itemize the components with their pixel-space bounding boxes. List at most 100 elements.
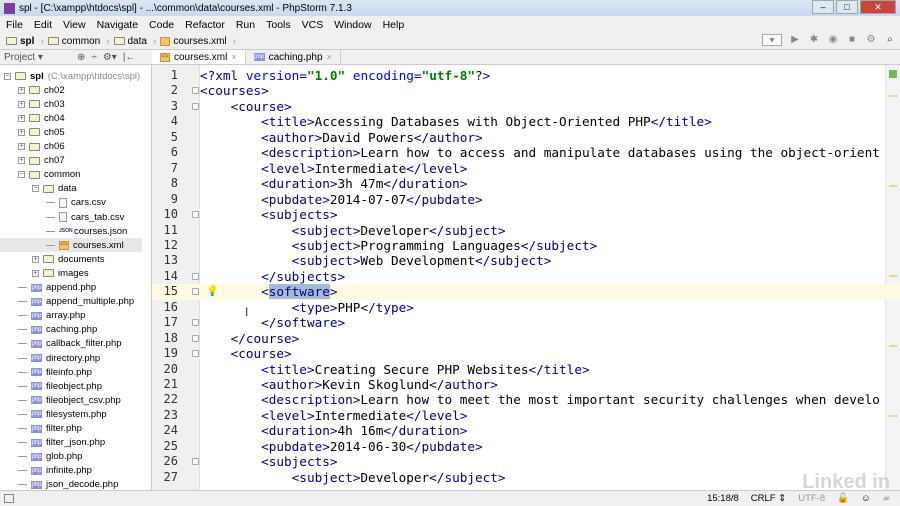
tree-item[interactable]: − common [18, 168, 80, 182]
collapse-icon[interactable]: − [18, 171, 25, 179]
fold-marker-icon[interactable] [192, 87, 199, 95]
tree-item[interactable]: + ch07 [18, 154, 65, 168]
code-line[interactable]: 11 <subject>Developer</subject> [152, 223, 900, 239]
tree-item[interactable]: + ch05 [18, 125, 65, 139]
tree-item[interactable]: cars_tab.csv [46, 210, 124, 224]
inspector-icon[interactable]: ☺ [861, 493, 871, 504]
expand-icon[interactable]: + [18, 100, 25, 108]
code-line[interactable]: 14 </subjects> [152, 269, 900, 285]
tree-item[interactable]: + ch03 [18, 97, 65, 111]
coverage-icon[interactable]: ◉ [827, 34, 839, 46]
breadcrumb-item[interactable]: spl [6, 36, 34, 47]
breadcrumb-item[interactable]: courses.xml [160, 36, 227, 47]
code-line[interactable]: 26 <subjects> [152, 454, 900, 470]
menu-code[interactable]: Code [149, 19, 174, 31]
code-line[interactable]: 24 <duration>4h 16m</duration> [152, 423, 900, 439]
tree-item[interactable]: php fileobject_csv.php [18, 393, 121, 407]
tree-item[interactable]: php filesystem.php [18, 407, 107, 421]
tree-item[interactable]: php filter_json.php [18, 436, 105, 450]
tree-item[interactable]: + images [32, 266, 89, 280]
fold-marker-icon[interactable] [192, 288, 199, 296]
tree-item[interactable]: php callback_filter.php [18, 337, 122, 351]
code-line[interactable]: 21 <author>Kevin Skoglund</author> [152, 377, 900, 393]
expand-icon[interactable]: + [32, 255, 39, 263]
fold-marker-icon[interactable] [192, 211, 199, 219]
code-line[interactable]: 1 <?xml version="1.0" encoding="utf-8"?> [152, 68, 900, 84]
run-config-dropdown[interactable]: ▾ [762, 34, 782, 46]
tree-item[interactable]: php caching.php [18, 323, 97, 337]
debug-icon[interactable]: ✱ [808, 34, 820, 46]
tree-item[interactable]: + ch04 [18, 111, 65, 125]
tree-item[interactable]: + documents [32, 252, 104, 266]
code-editor[interactable]: I 1 <?xml version="1.0" encoding="utf-8"?… [152, 65, 900, 490]
tree-item[interactable]: php directory.php [18, 351, 100, 365]
code-line[interactable]: 13 <subject>Web Development</subject> [152, 253, 900, 269]
tree-item[interactable]: + ch06 [18, 140, 65, 154]
project-view-dropdown[interactable]: Project ▾ [4, 52, 43, 63]
code-line[interactable]: 27 <subject>Developer</subject> [152, 470, 900, 486]
collapse-icon[interactable]: − [4, 72, 11, 80]
tree-item[interactable]: cars.csv [46, 196, 106, 210]
code-line[interactable]: 2 <courses> [152, 83, 900, 99]
code-line[interactable]: 16 <type>PHP</type> [152, 300, 900, 316]
close-tab-icon[interactable]: × [231, 52, 236, 62]
menu-navigate[interactable]: Navigate [97, 19, 138, 31]
expand-icon[interactable]: + [32, 269, 39, 277]
tab-courses-xml[interactable]: <> courses.xml × [152, 50, 246, 64]
tree-item[interactable]: php filter.php [18, 422, 82, 436]
code-line[interactable]: 23 <level>Intermediate</level> [152, 408, 900, 424]
code-line[interactable]: 4 <title>Accessing Databases with Object… [152, 114, 900, 130]
code-line[interactable]: 22 <description>Learn how to meet the mo… [152, 392, 900, 408]
code-line[interactable]: 19 <course> [152, 346, 900, 362]
expand-icon[interactable]: + [18, 143, 25, 150]
stop-icon[interactable]: ■ [846, 34, 858, 46]
code-line[interactable]: 25 <pubdate>2014-06-30</pubdate> [152, 439, 900, 455]
tree-item[interactable]: php array.php [18, 309, 85, 323]
fold-marker-icon[interactable] [192, 319, 199, 327]
menu-edit[interactable]: Edit [34, 19, 52, 31]
search-icon[interactable]: ⌕ [884, 34, 896, 46]
fold-marker-icon[interactable] [192, 458, 199, 466]
code-line[interactable]: 7 <level>Intermediate</level> [152, 161, 900, 177]
tab-caching-php[interactable]: php caching.php × [246, 50, 341, 64]
menu-help[interactable]: Help [383, 19, 405, 31]
tree-item[interactable]: − data [32, 182, 77, 196]
menu-run[interactable]: Run [236, 19, 255, 31]
code-line[interactable]: 5 <author>David Powers</author> [152, 130, 900, 146]
event-log-icon[interactable]: ▰ [883, 493, 890, 504]
close-button[interactable]: ✕ [860, 0, 896, 14]
tree-item[interactable]: <> courses.xml [0, 238, 142, 253]
hide-panel-icon[interactable]: |← [123, 52, 136, 63]
scroll-from-source-icon[interactable]: ⊕ [77, 52, 85, 63]
menu-view[interactable]: View [63, 19, 86, 31]
file-encoding[interactable]: UTF-8 [798, 493, 825, 504]
menu-tools[interactable]: Tools [266, 19, 291, 31]
tree-item[interactable]: php fileinfo.php [18, 365, 92, 379]
fold-marker-icon[interactable] [192, 272, 199, 280]
code-line[interactable]: 6 <description>Learn how to access and m… [152, 145, 900, 161]
tree-item[interactable]: php json_decode.php [18, 478, 118, 490]
tool-windows-icon[interactable] [4, 494, 14, 503]
menu-file[interactable]: File [6, 19, 23, 31]
code-line[interactable]: 8 <duration>3h 47m</duration> [152, 176, 900, 192]
code-line[interactable]: 3 <course> [152, 99, 900, 115]
code-line[interactable]: 12 <subject>Programming Languages</subje… [152, 238, 900, 254]
expand-icon[interactable]: + [18, 114, 25, 122]
code-line[interactable]: 9 <pubdate>2014-07-07</pubdate> [152, 192, 900, 208]
tree-item[interactable]: php fileobject.php [18, 379, 102, 393]
fold-marker-icon[interactable] [192, 102, 199, 110]
lock-icon[interactable]: 🔓 [837, 493, 849, 504]
tree-item[interactable]: php append_multiple.php [18, 295, 134, 309]
expand-icon[interactable]: + [18, 86, 25, 94]
gear-icon[interactable]: ⚙▾ [103, 52, 117, 63]
tree-item[interactable]: JSON courses.json [46, 224, 127, 238]
fold-marker-icon[interactable] [192, 334, 199, 342]
tree-item[interactable]: + ch02 [18, 83, 65, 97]
settings-icon[interactable]: ⚙ [865, 34, 877, 46]
expand-icon[interactable]: + [18, 128, 25, 136]
code-line[interactable]: 10 <subjects> [152, 207, 900, 223]
close-tab-icon[interactable]: × [327, 52, 332, 62]
maximize-button[interactable]: □ [836, 0, 858, 14]
tree-item[interactable]: − spl (C:\xampp\htdocs\spl) [4, 69, 140, 83]
collapse-all-icon[interactable]: ÷ [91, 52, 97, 63]
